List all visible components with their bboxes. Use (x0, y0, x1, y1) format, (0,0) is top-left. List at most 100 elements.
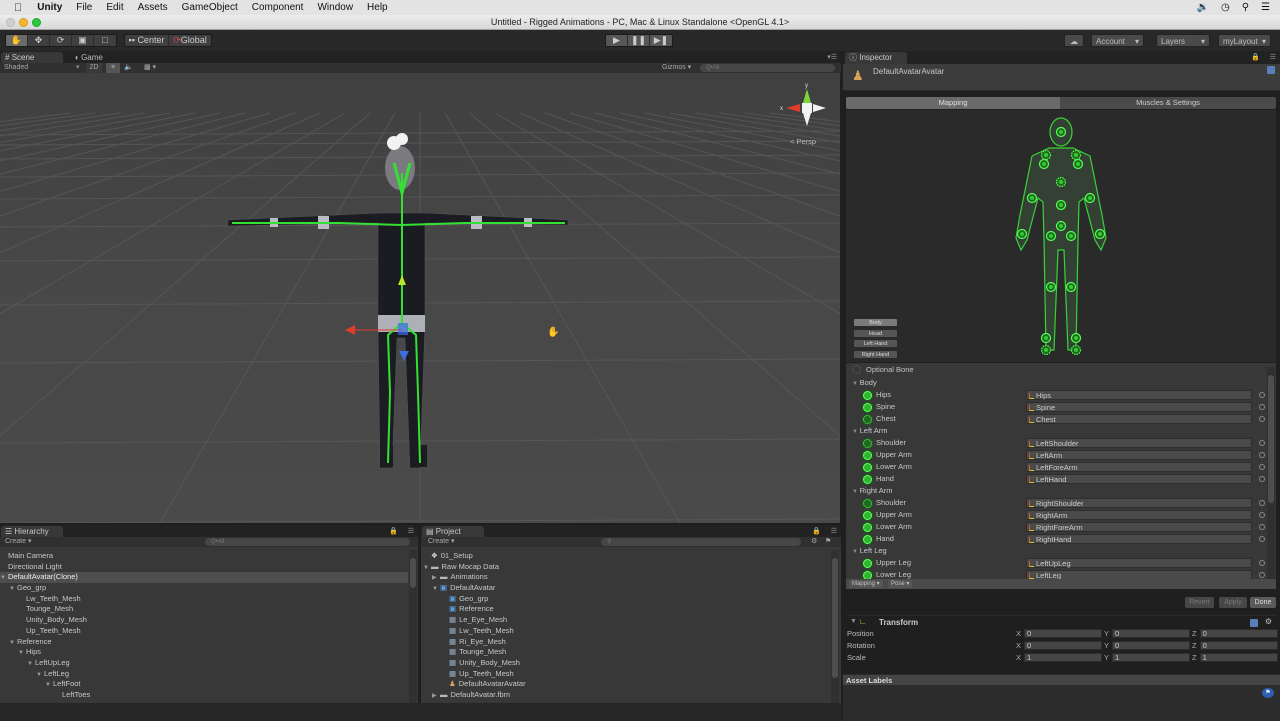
view-head-button[interactable]: Head (853, 328, 898, 338)
rotate-tool-icon[interactable]: ⟳ (50, 35, 72, 46)
hierarchy-item[interactable]: Unity_Body_Mesh (0, 615, 408, 626)
transform-value-input[interactable]: 0 (1112, 629, 1191, 638)
help-book-icon[interactable] (1250, 619, 1258, 627)
panel-menu-icon[interactable]: ☰ (831, 527, 837, 535)
object-picker-icon[interactable] (1259, 524, 1265, 530)
bone-status-icon[interactable] (863, 534, 872, 544)
menu-app-unity[interactable]: Unity (30, 0, 69, 15)
bone-transform-field[interactable]: LeftArm (1026, 450, 1252, 460)
scrollbar-thumb[interactable] (832, 558, 838, 678)
bone-transform-field[interactable]: RightHand (1026, 534, 1252, 544)
hierarchy-item[interactable]: ▼ LeftLeg (0, 669, 408, 680)
bone-group-header[interactable]: ▼ Left Leg (852, 545, 887, 557)
project-item[interactable]: ♟ DefaultAvatarAvatar (423, 679, 828, 690)
step-button[interactable]: ▶❚ (650, 35, 672, 46)
menu-component[interactable]: Component (245, 0, 311, 15)
object-picker-icon[interactable] (1259, 536, 1265, 542)
hierarchy-search-input[interactable]: Q•All (205, 538, 410, 546)
object-picker-icon[interactable] (1259, 464, 1265, 470)
volume-icon[interactable]: 🔉 (1197, 0, 1209, 15)
menu-file[interactable]: File (69, 0, 99, 15)
object-picker-icon[interactable] (1259, 560, 1265, 566)
project-item[interactable]: ▣ Reference (423, 604, 828, 615)
bone-status-icon[interactable] (863, 414, 872, 424)
project-scrollbar[interactable] (831, 550, 839, 703)
bone-status-icon[interactable] (863, 438, 872, 448)
bone-transform-field[interactable]: Chest (1026, 414, 1252, 424)
lock-icon[interactable]: 🔒 (812, 527, 821, 535)
hierarchy-item[interactable]: ▼ LeftUpLeg (0, 658, 408, 669)
cloud-button[interactable]: ☁ (1064, 34, 1084, 47)
minimize-window-button[interactable] (19, 18, 28, 27)
bone-status-icon[interactable] (863, 474, 872, 484)
project-item[interactable]: ▼ ▬ Raw Mocap Data (423, 562, 828, 573)
panel-menu-icon[interactable]: ☰ (1270, 53, 1276, 61)
bone-transform-field[interactable]: Hips (1026, 390, 1252, 400)
bone-status-icon[interactable] (863, 402, 872, 412)
bone-group-header[interactable]: ▼ Body (852, 377, 877, 389)
foldout-triangle-icon[interactable]: ▼ (850, 618, 857, 625)
transform-header[interactable]: ▼ ∟ Transform ⚙ (846, 617, 1276, 629)
hierarchy-item[interactable]: ▼ Hips (0, 647, 408, 658)
object-picker-icon[interactable] (1259, 476, 1265, 482)
bone-status-icon[interactable] (863, 522, 872, 532)
hierarchy-create-dropdown[interactable]: Create ▾ (5, 537, 31, 547)
hierarchy-item[interactable]: Tounge_Mesh (0, 604, 408, 615)
hierarchy-item[interactable]: ▼ Geo_grp (0, 583, 408, 594)
filter-by-label-icon[interactable]: ⚑ (825, 537, 831, 547)
foldout-triangle-icon[interactable]: ▶ (432, 691, 440, 702)
transform-value-input[interactable]: 0 (1024, 629, 1103, 638)
play-button[interactable]: ▶ (606, 35, 628, 46)
project-item[interactable]: ▣ Geo_grp (423, 594, 828, 605)
view-body-button[interactable]: Body (853, 318, 898, 327)
transform-value-input[interactable]: 0 (1199, 641, 1278, 650)
panel-menu-icon[interactable]: ▾☰ (827, 53, 837, 61)
transform-value-input[interactable]: 1 (1112, 653, 1191, 662)
project-item[interactable]: ▦ Unity_Body_Mesh (423, 658, 828, 669)
foldout-triangle-icon[interactable]: ▼ (27, 659, 35, 670)
foldout-triangle-icon[interactable]: ▼ (9, 584, 17, 595)
object-picker-icon[interactable] (1259, 512, 1265, 518)
object-picker-icon[interactable] (1259, 404, 1265, 410)
menu-window[interactable]: Window (310, 0, 360, 15)
avatar-character[interactable] (0, 73, 840, 523)
object-picker-icon[interactable] (1259, 572, 1265, 578)
project-create-dropdown[interactable]: Create ▾ (428, 537, 454, 547)
zoom-window-button[interactable] (32, 18, 41, 27)
hierarchy-item[interactable]: ▼ Reference (0, 637, 408, 648)
foldout-triangle-icon[interactable]: ▼ (423, 563, 431, 574)
foldout-triangle-icon[interactable]: ▼ (432, 584, 440, 595)
bone-transform-field[interactable]: LeftForeArm (1026, 462, 1252, 472)
foldout-triangle-icon[interactable]: ▼ (852, 381, 860, 387)
bone-status-icon[interactable] (863, 450, 872, 460)
bone-group-header[interactable]: ▼ Right Arm (852, 485, 893, 497)
scale-tool-icon[interactable]: ▣ (72, 35, 94, 46)
hierarchy-item[interactable]: LeftToes (0, 690, 408, 701)
revert-button[interactable]: Revert (1185, 597, 1214, 608)
bone-status-icon[interactable] (863, 462, 872, 472)
project-item[interactable]: ▦ Le_Eye_Mesh (423, 615, 828, 626)
project-item[interactable]: ▦ Ri_Eye_Mesh (423, 637, 828, 648)
hierarchy-item[interactable]: Up_Teeth_Mesh (0, 626, 408, 637)
project-item[interactable]: ▦ Tounge_Mesh (423, 647, 828, 658)
done-button[interactable]: Done (1250, 597, 1276, 608)
bone-status-icon[interactable] (863, 558, 872, 568)
tab-inspector[interactable]: ⓘ Inspector (845, 52, 907, 64)
account-dropdown[interactable]: Account ▾ (1091, 34, 1144, 47)
foldout-triangle-icon[interactable]: ▼ (18, 648, 26, 659)
bone-status-icon[interactable] (863, 390, 872, 400)
foldout-triangle-icon[interactable]: ▼ (852, 489, 860, 495)
hierarchy-item[interactable]: Directional Light (0, 562, 408, 573)
menu-edit[interactable]: Edit (99, 0, 130, 15)
object-picker-icon[interactable] (1259, 440, 1265, 446)
lock-icon[interactable]: 🔒 (389, 527, 398, 535)
foldout-triangle-icon[interactable]: ▼ (852, 429, 860, 435)
lock-icon[interactable]: 🔒 (1251, 53, 1260, 61)
menu-help[interactable]: Help (360, 0, 395, 15)
notification-center-icon[interactable]: ☰ (1261, 0, 1270, 15)
layout-dropdown[interactable]: myLayout ▾ (1218, 34, 1271, 47)
scene-search-input[interactable]: Q•All (700, 64, 835, 72)
bone-transform-field[interactable]: LeftShoulder (1026, 438, 1252, 448)
apply-button[interactable]: Apply (1219, 597, 1247, 608)
scrollbar-thumb[interactable] (410, 558, 416, 588)
